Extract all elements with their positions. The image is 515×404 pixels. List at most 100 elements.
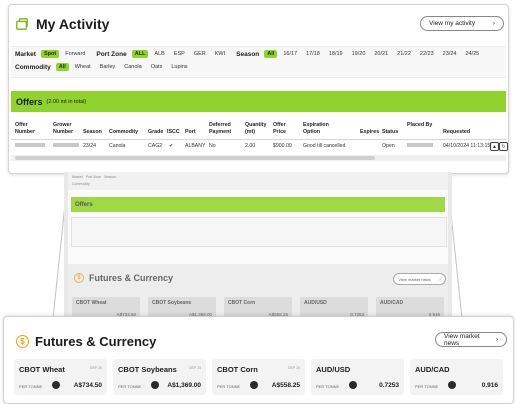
commodity-option[interactable]: Oats [148,63,166,71]
cell-price: $900.00 [273,143,292,149]
season-option[interactable]: All [264,50,278,58]
filter-bar: Market Spot Forward Port Zone ALL ALB ES… [11,46,506,78]
port-zone-option[interactable]: ESP [171,50,188,58]
column-header[interactable]: Port [185,129,196,136]
cell-commodity: Canola [109,143,126,149]
column-header[interactable]: Commodity [109,129,138,136]
tile-name: AUD/USD [316,365,351,374]
column-header[interactable]: Placed By [407,122,433,129]
column-header[interactable]: Offer Number [15,122,43,135]
trend-icon [151,381,159,389]
dollar-coin-icon: $ [16,335,29,348]
commodity-option[interactable]: All [55,63,69,71]
port-zone-option[interactable]: GER [191,50,209,58]
dollar-coin-icon: $ [74,273,84,283]
view-market-news-label: View market news [444,332,480,347]
trend-icon [448,381,456,389]
preview-futures-title: Futures & Currency [89,273,174,283]
placed-by-redacted [407,143,433,147]
commodity-option[interactable]: Lupins [168,63,190,71]
tile-value: A$1,369.00 [167,382,201,389]
season-option[interactable]: 22/23 [417,50,437,58]
edit-icon[interactable]: ▲ [490,142,499,151]
column-header[interactable]: Status [382,129,398,136]
tile-unit: PER TONNE [415,384,439,389]
tile-value: 0.916 [481,382,498,389]
cell-requested: 04/10/2024 11:13:15 [443,143,491,149]
season-label: Season [236,50,260,58]
column-header[interactable]: Requested [443,129,470,136]
season-option[interactable]: 16/17 [280,50,300,58]
preview-tile-name: CBOT Soybeans [152,300,192,306]
season-option[interactable]: 20/21 [371,50,391,58]
activity-header: My Activity [15,16,109,32]
market-option[interactable]: Spot [40,50,60,58]
preview-futures-header: $ Futures & Currency [74,273,173,283]
view-market-news-button[interactable]: View market news › [435,332,507,347]
futures-tile[interactable]: AUD/USD PER TONNE 0.7253 [311,359,404,395]
futures-tile[interactable]: CBOT Wheat DEP 25 PER TONNE A$734.50 [14,359,107,395]
tile-value: 0.7253 [379,382,399,389]
column-header[interactable]: Grower Number [53,122,83,135]
filter-row-top: Market Spot Forward Port Zone ALL ALB ES… [15,50,482,58]
column-header[interactable]: Offer Price [273,122,295,135]
market-label: Market [15,50,36,58]
season-option[interactable]: 23/24 [440,50,460,58]
column-header[interactable]: Expiration Option [303,122,343,135]
season-option[interactable]: 19/20 [349,50,369,58]
offers-header: Offers (2.00 mt in total) [11,91,506,112]
port-zone-option[interactable]: ALB [151,50,167,58]
chevron-right-icon: › [439,276,441,282]
horizontal-scrollbar[interactable] [11,155,506,161]
port-zone-option[interactable]: ALL [131,50,149,58]
cell-grade: CAG2 [148,143,163,149]
futures-title: Futures & Currency [35,334,157,349]
column-header[interactable]: ISCC [167,129,180,136]
page-title: My Activity [36,16,110,32]
view-my-activity-label: View my activity [429,20,476,27]
futures-header: $ Futures & Currency [16,334,156,349]
column-header[interactable]: Deferred Payment [209,122,239,135]
table-row[interactable]: 23/24 Canola CAG2 ✔ ALBANY No 2.00 $900.… [11,140,508,152]
futures-tile[interactable]: CBOT Corn DEP 25 PER TONNE A$558.25 [212,359,305,395]
preview-filter-row: Commodity [72,182,90,186]
tile-name: CBOT Wheat [19,365,65,374]
season-option[interactable]: 21/22 [394,50,414,58]
season-option[interactable]: 18/19 [326,50,346,58]
check-icon: ✔ [169,143,174,149]
preview-filter-text: Commodity [72,182,90,186]
market-option[interactable]: Forward [62,50,88,58]
preview-tile-name: CBOT Corn [228,300,256,306]
column-header[interactable]: Quantity (mt) [245,122,275,135]
preview-filter-text: Port Zone [85,175,102,179]
season-option[interactable]: 17/18 [303,50,323,58]
futures-tile[interactable]: AUD/CAD PER TONNE 0.916 [410,359,503,395]
view-my-activity-button[interactable]: View my activity › [420,16,504,31]
cell-season: 23/24 [83,143,96,149]
futures-tile[interactable]: CBOT Soybeans DEP 25 PER TONNE A$1,369.0… [113,359,206,395]
port-zone-option[interactable]: KWI [212,50,228,58]
tile-name: CBOT Corn [217,365,258,374]
preview-filter-text: Season [104,175,116,179]
commodity-option[interactable]: Wheat [72,63,94,71]
season-option[interactable]: 24/25 [462,50,482,58]
port-zone-label: Port Zone [96,50,127,58]
scrollbar-thumb[interactable] [15,156,375,160]
tile-value: A$558.25 [271,382,300,389]
cell-status: Open [382,143,395,149]
tile-name: AUD/CAD [415,365,450,374]
preview-tile-name: AUD/CAD [380,300,404,306]
offers-table-header: Offer Number Grower Number Season Commod… [11,117,506,140]
commodity-option[interactable]: Canola [121,63,144,71]
column-header[interactable]: Grade [148,129,163,136]
refresh-icon[interactable]: ↻ [499,142,508,151]
trend-icon [349,381,357,389]
preview-tile-name: AUD/USD [304,300,327,306]
tile-unit: PER TONNE [118,384,142,389]
trend-icon [52,381,60,389]
commodity-option[interactable]: Barley [97,63,119,71]
offers-subtitle: (2.00 mt in total) [46,98,87,105]
column-header[interactable]: Expires [360,129,379,136]
preview-offers-title: Offers [75,201,93,208]
column-header[interactable]: Season [83,129,102,136]
